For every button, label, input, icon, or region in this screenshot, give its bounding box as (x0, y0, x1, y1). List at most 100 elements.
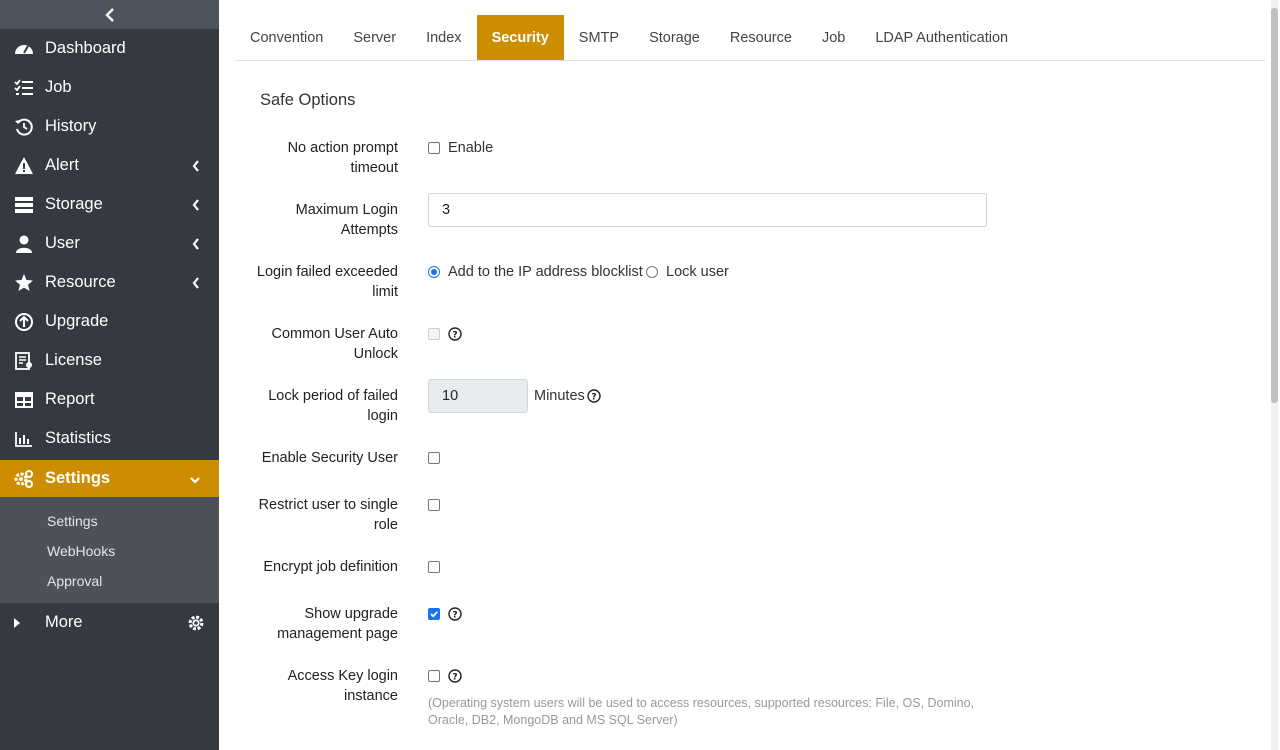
sidebar-item-storage[interactable]: Storage (0, 186, 219, 223)
sidebar-item-label: History (45, 117, 97, 135)
tab-storage[interactable]: Storage (634, 15, 715, 60)
access-key-note: (Operating system users will be used to … (428, 695, 974, 729)
sidebar-item-label: Job (45, 78, 72, 96)
chevron-left-icon (104, 7, 114, 22)
label-line: Common User Auto (271, 326, 398, 342)
cogs-icon (14, 470, 33, 488)
lock-period-input[interactable]: 10 (428, 379, 528, 413)
svg-text:?: ? (591, 393, 596, 403)
sidebar-item-settings[interactable]: Settings (0, 460, 219, 497)
sidebar-collapse-button[interactable] (0, 0, 219, 29)
submenu-item-approval[interactable]: Approval (47, 573, 102, 589)
note-line: (Operating system users will be used to … (428, 696, 975, 710)
sidebar-item-label: More (45, 613, 83, 631)
star-icon (15, 274, 33, 291)
encrypt-job-checkbox[interactable] (428, 561, 440, 573)
checkmark-icon (430, 611, 438, 618)
security-user-label: Enable Security User (250, 448, 398, 468)
bar-chart-icon (15, 432, 32, 447)
scrollbar-thumb[interactable] (1271, 8, 1278, 403)
page-scrollbar[interactable] (1271, 0, 1278, 750)
chevron-left-icon (192, 238, 199, 250)
help-icon[interactable]: ? (587, 389, 601, 403)
help-icon[interactable]: ? (448, 669, 462, 683)
history-icon (15, 118, 33, 136)
no-action-timeout-checkbox[interactable] (428, 142, 440, 154)
tab-ldap-authentication[interactable]: LDAP Authentication (860, 15, 1023, 60)
tab-server[interactable]: Server (338, 15, 411, 60)
sidebar-item-label: Statistics (45, 429, 112, 447)
database-icon (15, 197, 33, 213)
caret-right-icon (14, 618, 20, 628)
svg-text:?: ? (452, 611, 457, 621)
tab-job[interactable]: Job (807, 15, 860, 60)
lock-user-radio[interactable] (646, 266, 658, 278)
help-icon[interactable]: ? (448, 327, 462, 341)
encrypt-job-label: Encrypt job definition (250, 557, 398, 577)
label-line: management page (277, 626, 398, 642)
sidebar-item-resource[interactable]: Resource (0, 264, 219, 301)
sidebar-item-license[interactable]: License (0, 342, 219, 379)
label-line: Access Key login (287, 668, 398, 684)
sidebar-item-upgrade[interactable]: Upgrade (0, 303, 219, 340)
tab-smtp[interactable]: SMTP (564, 15, 634, 60)
table-icon (15, 392, 33, 408)
upgrade-page-label: Show upgrade management page (250, 604, 398, 644)
tab-resource[interactable]: Resource (715, 15, 807, 60)
sidebar-item-history[interactable]: History (0, 108, 219, 145)
lock-period-label: Lock period of failed login (250, 386, 398, 426)
gauge-icon (15, 45, 33, 54)
section-title: Safe Options (260, 91, 356, 109)
label-line: Show upgrade (304, 606, 398, 622)
sidebar-item-dashboard[interactable]: Dashboard (0, 30, 219, 67)
sidebar-item-label: Resource (45, 273, 116, 291)
sidebar-item-statistics[interactable]: Statistics (0, 420, 219, 457)
upgrade-icon (15, 313, 33, 331)
gear-icon[interactable] (187, 614, 205, 632)
sidebar: Dashboard Job History Alert Storage User… (0, 0, 219, 750)
help-icon[interactable]: ? (448, 607, 462, 621)
submenu-item-settings[interactable]: Settings (47, 513, 98, 529)
login-failed-limit-label: Login failed exceeded limit (250, 262, 398, 302)
sidebar-item-job[interactable]: Job (0, 69, 219, 106)
sidebar-item-label: Settings (45, 469, 111, 487)
upgrade-page-checkbox[interactable] (428, 608, 440, 620)
chevron-left-icon (192, 160, 199, 172)
security-user-checkbox[interactable] (428, 452, 440, 464)
auto-unlock-checkbox[interactable] (428, 328, 440, 340)
tab-convention[interactable]: Convention (235, 15, 338, 60)
label-line: Login failed exceeded (256, 264, 398, 280)
sidebar-item-user[interactable]: User (0, 225, 219, 262)
license-icon (15, 352, 32, 370)
label-line: Enable Security User (261, 450, 398, 466)
chevron-left-icon (192, 199, 199, 211)
note-line: Oracle, DB2, MongoDB and MS SQL Server) (428, 713, 678, 727)
label-line: Lock period of failed (268, 388, 398, 404)
label-line: Restrict user to single (258, 497, 398, 513)
sidebar-item-more[interactable]: More (0, 604, 219, 641)
sidebar-item-label: User (45, 234, 80, 252)
access-key-checkbox[interactable] (428, 670, 440, 682)
lock-user-radio-label: Lock user (666, 264, 729, 280)
label-line: No action prompt (287, 140, 398, 156)
task-list-icon (14, 79, 33, 95)
label-line: Attempts (340, 222, 398, 238)
no-action-enable-label: Enable (448, 140, 494, 156)
settings-submenu: Settings WebHooks Approval (0, 497, 219, 603)
svg-text:?: ? (452, 331, 457, 341)
lock-period-unit: Minutes (534, 388, 585, 404)
tab-security[interactable]: Security (476, 15, 564, 60)
submenu-item-webhooks[interactable]: WebHooks (47, 543, 115, 559)
settings-tabs: Convention Server Index Security SMTP St… (235, 15, 1265, 61)
blocklist-radio-label: Add to the IP address blocklist (448, 264, 643, 280)
max-login-attempts-input[interactable]: 3 (428, 193, 987, 227)
blocklist-radio[interactable] (428, 266, 440, 278)
sidebar-item-report[interactable]: Report (0, 381, 219, 418)
tab-index[interactable]: Index (411, 15, 476, 60)
single-role-checkbox[interactable] (428, 499, 440, 511)
label-line: Encrypt job definition (263, 559, 398, 575)
sidebar-item-label: Storage (45, 195, 103, 213)
label-line: Maximum Login (295, 202, 398, 218)
sidebar-item-alert[interactable]: Alert (0, 147, 219, 184)
label-line: role (373, 517, 398, 533)
